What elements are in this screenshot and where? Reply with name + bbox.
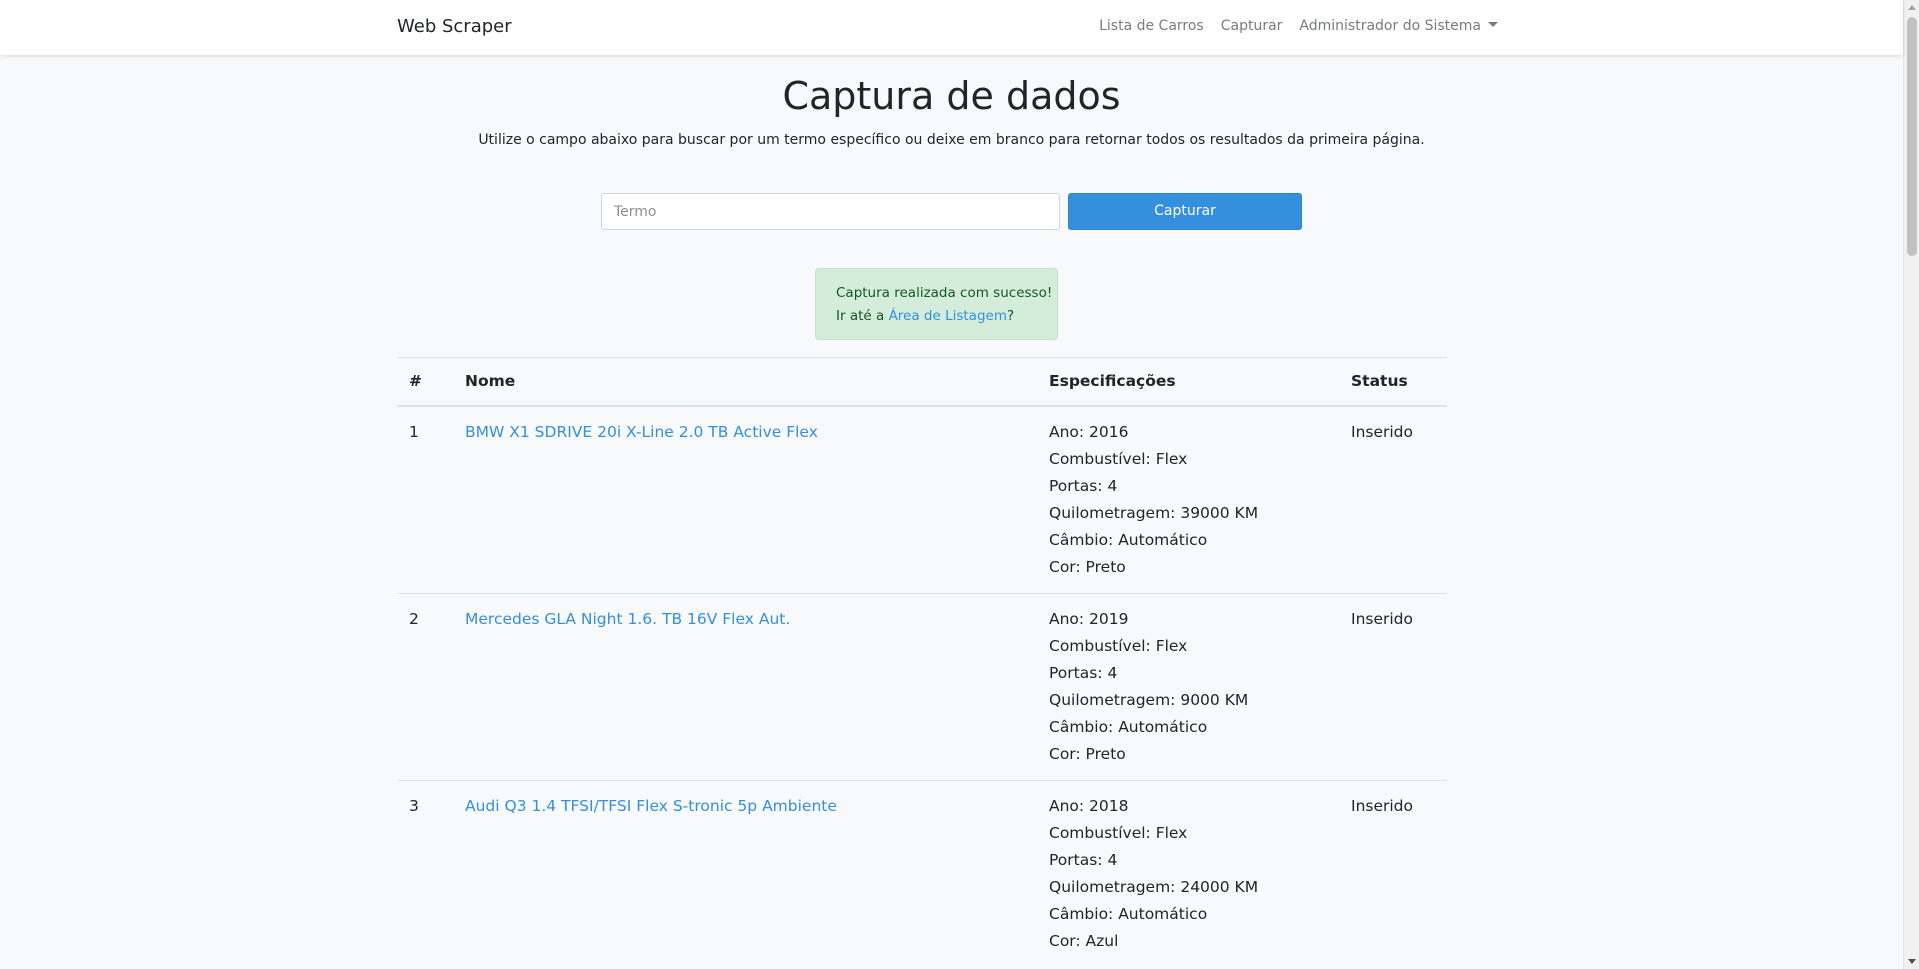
car-name-link[interactable]: Mercedes GLA Night 1.6. TB 16V Flex Aut.	[465, 610, 790, 628]
row-specs: Ano: 2019 Combustível: Flex Portas: 4 Qu…	[1037, 592, 1339, 780]
row-name-cell: Mercedes GLA Night 1.6. TB 16V Flex Aut.	[453, 592, 1037, 780]
row-number: 3	[397, 779, 453, 967]
spec-fuel: Combustível: Flex	[1049, 636, 1188, 655]
row-name-cell: BMW X1 SDRIVE 20i X-Line 2.0 TB Active F…	[453, 405, 1037, 593]
header-status: Status	[1339, 357, 1447, 407]
page-title: Captura de dados	[782, 74, 1121, 118]
row-status: Inserido	[1339, 592, 1447, 780]
spec-doors: Portas: 4	[1049, 663, 1118, 682]
spec-mileage: Quilometragem: 24000 KM	[1049, 877, 1259, 896]
alert-message: Captura realizada com sucesso!	[836, 285, 1053, 301]
success-alert: Captura realizada com sucesso! Ir até a …	[815, 268, 1058, 340]
nav-link-capturar[interactable]: Capturar	[1221, 18, 1283, 34]
spec-fuel: Combustível: Flex	[1049, 823, 1188, 842]
table-row: 3 Audi Q3 1.4 TFSI/TFSI Flex S-tronic 5p…	[397, 779, 1447, 967]
page-description: Utilize o campo abaixo para buscar por u…	[478, 132, 1425, 148]
row-specs: Ano: 2018 Combustível: Flex Portas: 4 Qu…	[1037, 779, 1339, 967]
alert-link-prefix: Ir até a	[836, 308, 889, 324]
results-table: # Nome Especificações Status 1 BMW X1 SD…	[397, 357, 1447, 967]
user-menu-dropdown[interactable]: Administrador do Sistema	[1299, 18, 1498, 34]
car-name-link[interactable]: BMW X1 SDRIVE 20i X-Line 2.0 TB Active F…	[465, 423, 818, 441]
scrollbar-thumb[interactable]	[1907, 17, 1917, 256]
row-name-cell: Audi Q3 1.4 TFSI/TFSI Flex S-tronic 5p A…	[453, 779, 1037, 967]
spec-doors: Portas: 4	[1049, 476, 1118, 495]
car-name-link[interactable]: Audi Q3 1.4 TFSI/TFSI Flex S-tronic 5p A…	[465, 797, 837, 815]
table-header-row: # Nome Especificações Status	[397, 357, 1447, 407]
row-status: Inserido	[1339, 779, 1447, 967]
row-number: 2	[397, 592, 453, 780]
spec-transmission: Câmbio: Automático	[1049, 904, 1208, 923]
brand-logo[interactable]: Web Scraper	[397, 16, 512, 37]
spec-mileage: Quilometragem: 9000 KM	[1049, 690, 1249, 709]
spec-fuel: Combustível: Flex	[1049, 449, 1188, 468]
page-scrollbar[interactable]	[1903, 0, 1919, 969]
alert-link-line: Ir até a Área de Listagem?	[836, 305, 1057, 328]
caret-down-icon	[1488, 22, 1498, 27]
capture-button[interactable]: Capturar	[1068, 193, 1302, 230]
spec-transmission: Câmbio: Automático	[1049, 717, 1208, 736]
header-number: #	[397, 357, 453, 407]
row-status: Inserido	[1339, 405, 1447, 593]
spec-year: Ano: 2018	[1049, 796, 1129, 815]
spec-color: Cor: Azul	[1049, 931, 1119, 950]
scroll-down-arrow-icon[interactable]	[1908, 959, 1916, 964]
alert-link-suffix: ?	[1006, 308, 1015, 324]
spec-color: Cor: Preto	[1049, 557, 1126, 576]
header-name: Nome	[453, 357, 1037, 407]
spec-doors: Portas: 4	[1049, 850, 1118, 869]
nav-links: Lista de Carros Capturar Administrador d…	[1099, 18, 1498, 34]
nav-link-lista-de-carros[interactable]: Lista de Carros	[1099, 18, 1204, 34]
row-number: 1	[397, 405, 453, 593]
spec-year: Ano: 2016	[1049, 422, 1129, 441]
spec-mileage: Quilometragem: 39000 KM	[1049, 503, 1259, 522]
navbar: Web Scraper Lista de Carros Capturar Adm…	[0, 0, 1903, 55]
table-row: 2 Mercedes GLA Night 1.6. TB 16V Flex Au…	[397, 592, 1447, 780]
header-specs: Especificações	[1037, 357, 1339, 407]
user-menu-label: Administrador do Sistema	[1299, 18, 1481, 34]
table-row: 1 BMW X1 SDRIVE 20i X-Line 2.0 TB Active…	[397, 405, 1447, 593]
row-specs: Ano: 2016 Combustível: Flex Portas: 4 Qu…	[1037, 405, 1339, 593]
spec-color: Cor: Preto	[1049, 744, 1126, 763]
spec-transmission: Câmbio: Automático	[1049, 530, 1208, 549]
listing-area-link[interactable]: Área de Listagem	[889, 308, 1007, 324]
search-term-input[interactable]	[601, 193, 1060, 230]
spec-year: Ano: 2019	[1049, 609, 1129, 628]
scroll-up-arrow-icon[interactable]	[1908, 5, 1916, 10]
